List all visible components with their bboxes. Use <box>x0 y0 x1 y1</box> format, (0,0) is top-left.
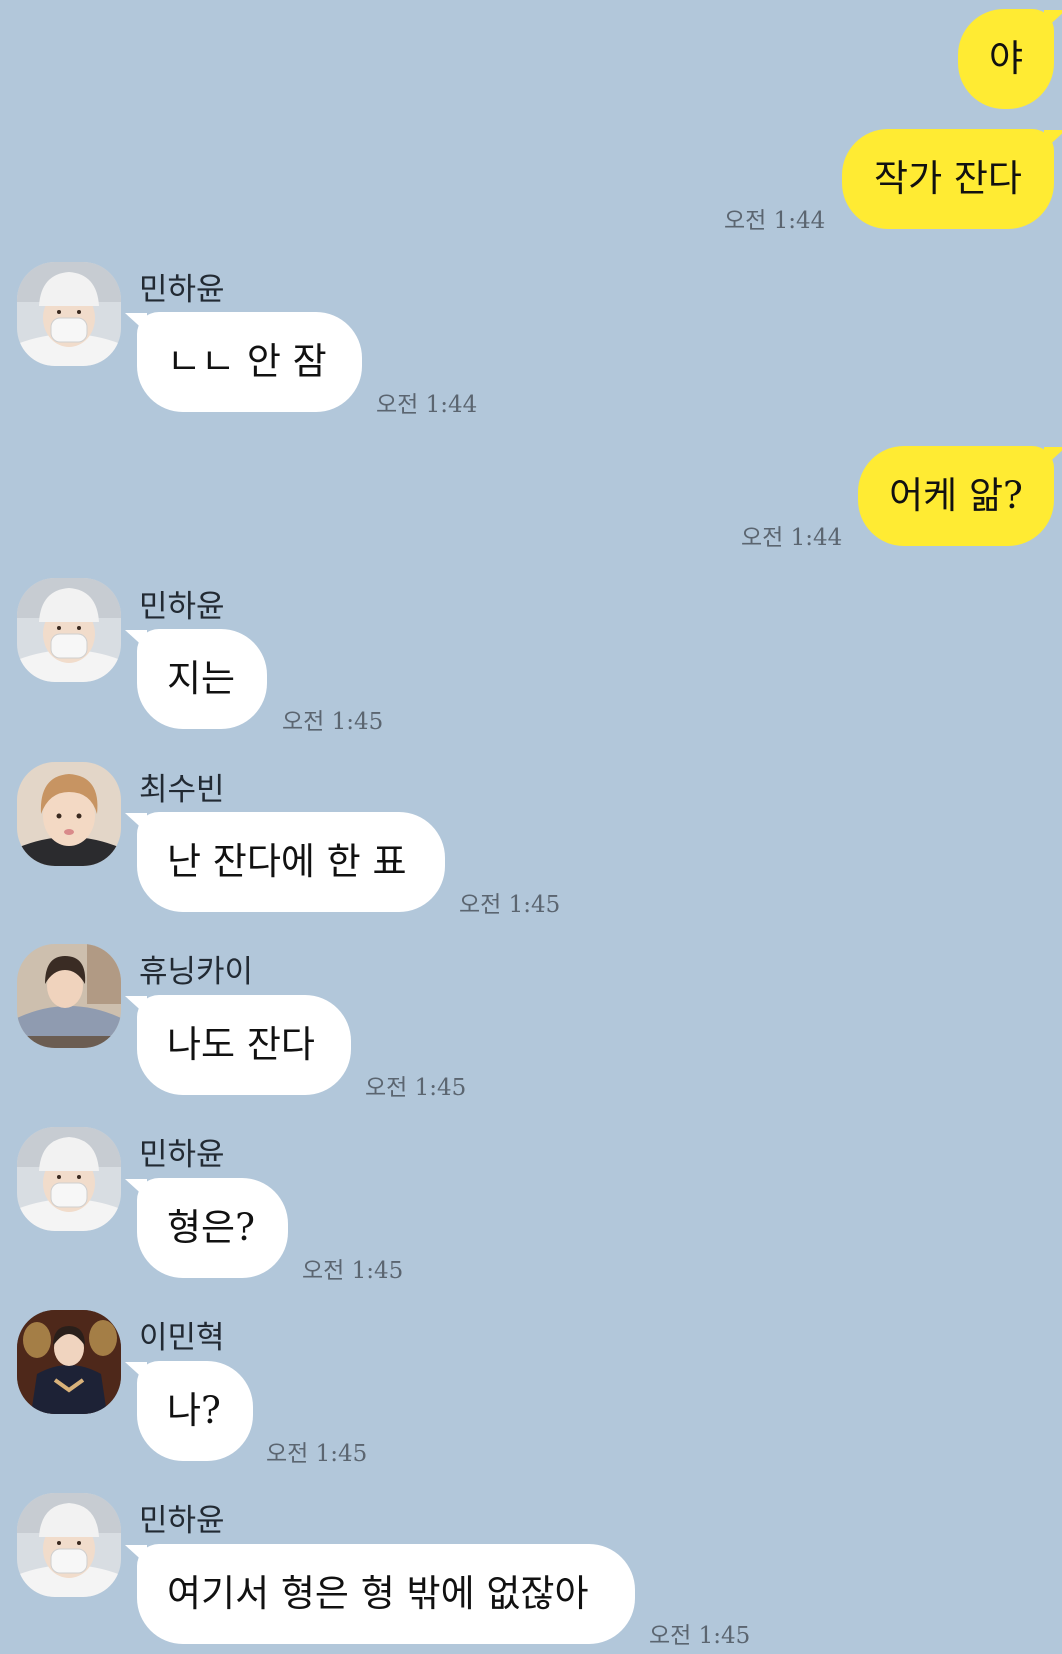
avatar[interactable] <box>17 762 121 866</box>
message-bubble-outgoing[interactable]: 야 <box>958 9 1054 109</box>
message-text: 여기서 형은 형 밖에 없잖아 <box>167 1572 589 1615</box>
message-timestamp: 오전 1:45 <box>302 1258 404 1284</box>
message-bubble-incoming[interactable]: 나? <box>137 1361 253 1461</box>
message-timestamp: 오전 1:45 <box>266 1441 368 1467</box>
message-bubble-outgoing[interactable]: 작가 잔다 <box>842 129 1054 229</box>
message-text: 지는 <box>167 657 236 700</box>
bubble-tail <box>125 813 147 833</box>
message-text: 나? <box>167 1389 221 1432</box>
message-timestamp: 오전 1:44 <box>741 525 843 551</box>
message-text: 야 <box>988 37 1024 80</box>
message-timestamp: 오전 1:45 <box>365 1075 467 1101</box>
message-bubble-incoming[interactable]: 여기서 형은 형 밖에 없잖아 <box>137 1544 635 1644</box>
bubble-tail <box>125 313 147 333</box>
message-text: 난 잔다에 한 표 <box>167 840 407 883</box>
sender-name: 민하윤 <box>139 589 225 625</box>
message-text: 형은? <box>167 1206 255 1249</box>
avatar[interactable] <box>17 1493 121 1597</box>
bubble-tail <box>1044 10 1062 30</box>
sender-name: 민하윤 <box>139 272 225 308</box>
message-timestamp: 오전 1:45 <box>459 892 561 918</box>
avatar[interactable] <box>17 944 121 1048</box>
message-text: 어케 앎? <box>889 474 1023 517</box>
bubble-tail <box>125 1362 147 1382</box>
bubble-tail <box>125 1179 147 1199</box>
sender-name: 민하윤 <box>139 1503 225 1539</box>
bubble-tail <box>1044 447 1062 467</box>
avatar[interactable] <box>17 1310 121 1414</box>
message-bubble-incoming[interactable]: 나도 잔다 <box>137 995 351 1095</box>
bubble-tail <box>125 1545 147 1565</box>
avatar[interactable] <box>17 1127 121 1231</box>
message-text: 작가 잔다 <box>874 157 1022 200</box>
sender-name: 휴닝카이 <box>139 954 254 990</box>
sender-name: 최수빈 <box>139 772 225 808</box>
message-bubble-outgoing[interactable]: 어케 앎? <box>858 446 1054 546</box>
message-text: ㄴㄴ 안 잠 <box>167 340 327 383</box>
message-bubble-incoming[interactable]: ㄴㄴ 안 잠 <box>137 312 362 412</box>
sender-name: 민하윤 <box>139 1137 225 1173</box>
message-timestamp: 오전 1:45 <box>282 709 384 735</box>
message-timestamp: 오전 1:45 <box>649 1623 751 1649</box>
sender-name: 이민혁 <box>139 1320 225 1356</box>
message-bubble-incoming[interactable]: 형은? <box>137 1178 288 1278</box>
message-bubble-incoming[interactable]: 난 잔다에 한 표 <box>137 812 445 912</box>
avatar[interactable] <box>17 578 121 682</box>
bubble-tail <box>125 630 147 650</box>
bubble-tail <box>125 996 147 1016</box>
message-timestamp: 오전 1:44 <box>376 392 478 418</box>
message-timestamp: 오전 1:44 <box>724 208 826 234</box>
message-text: 나도 잔다 <box>167 1023 315 1066</box>
bubble-tail <box>1044 130 1062 150</box>
message-bubble-incoming[interactable]: 지는 <box>137 629 267 729</box>
avatar[interactable] <box>17 262 121 366</box>
